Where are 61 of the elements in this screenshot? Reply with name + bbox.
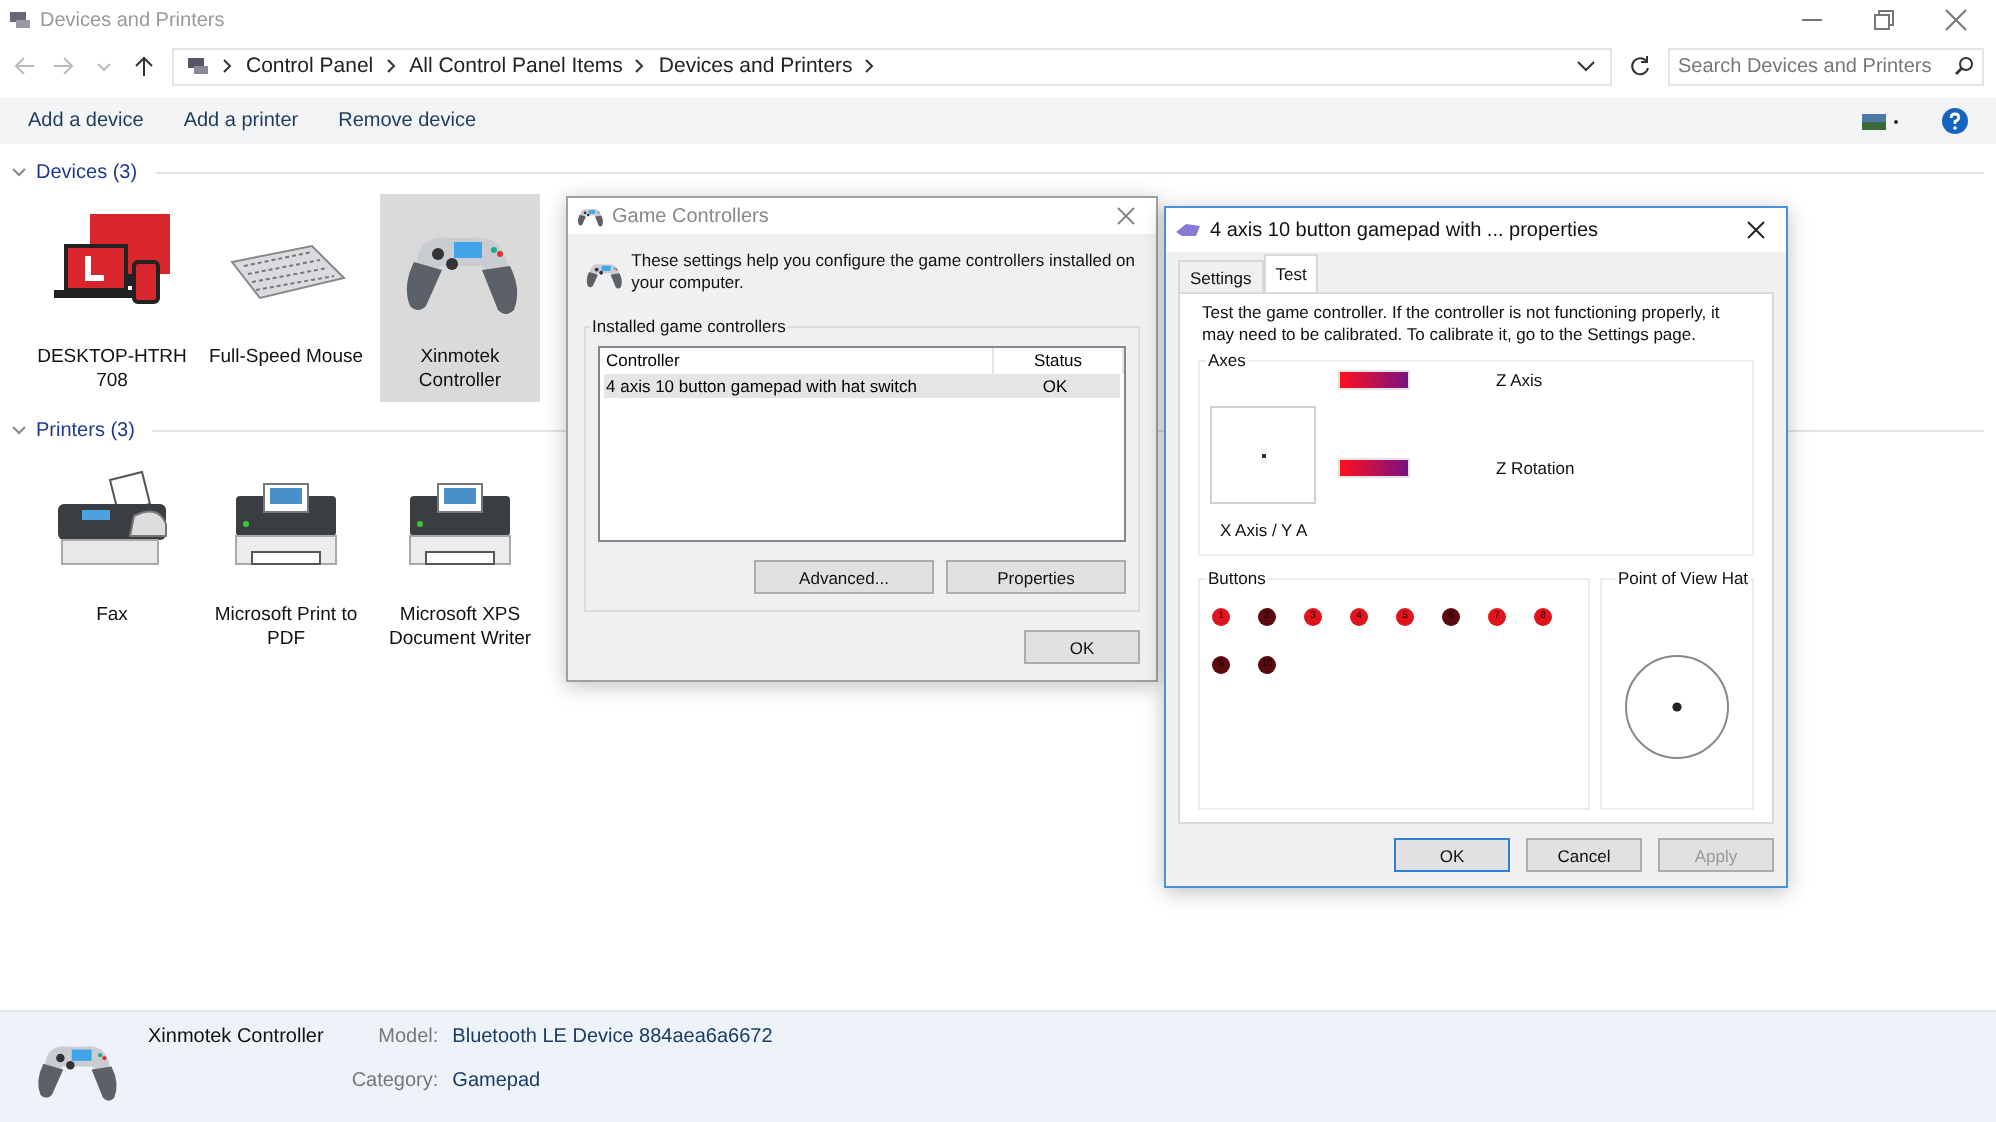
refresh-icon[interactable] [1628, 54, 1652, 78]
dialog-title: Game Controllers [612, 205, 771, 227]
tab[interactable]: Settings [1178, 260, 1264, 292]
breadcrumb[interactable]: Devices and Printers [658, 54, 853, 78]
help-icon[interactable] [1942, 108, 1968, 134]
breadcrumb[interactable]: All Control Panel Items [409, 54, 623, 78]
detail-value: Bluetooth LE Device 884aea6a6672 [452, 1026, 773, 1052]
devices-icon [8, 10, 32, 30]
controller-row[interactable]: 4 axis 10 button gamepad with hat switch OK [604, 374, 1120, 398]
chevron-icon [864, 58, 877, 74]
table-cell-text: OK [1040, 374, 1070, 398]
restore-button[interactable] [1870, 6, 1898, 34]
breadcrumb[interactable]: Control Panel [246, 54, 374, 78]
search-field[interactable]: Search Devices and Printers [1668, 47, 1984, 85]
chevron-icon [385, 58, 398, 74]
axis-label: X Axis / Y A [1218, 520, 1310, 540]
group-title[interactable]: Devices (3) [36, 161, 138, 183]
group-title[interactable]: Printers (3) [36, 419, 135, 441]
address-bar[interactable]: Control Panel All Control Panel Items Devices and Printers [172, 47, 1612, 85]
tab[interactable]: Test [1263, 254, 1319, 292]
view-icon[interactable] [1862, 111, 1902, 131]
controller-list[interactable]: Controller Status 4 axis 10 button gamepad with hat switch OK [598, 346, 1126, 542]
group-label: Buttons [1206, 568, 1268, 588]
close-button[interactable] [1742, 216, 1770, 244]
detail-label: Category: [351, 1070, 439, 1096]
xy-axis-box [1210, 406, 1316, 504]
detail-value: Gamepad [452, 1070, 543, 1096]
ok-button[interactable]: OK [1024, 630, 1140, 664]
device-item[interactable]: Fax [32, 452, 192, 660]
group-label: Point of View Hat [1616, 568, 1751, 588]
dialog-button[interactable]: Cancel [1526, 838, 1642, 872]
search-icon [1954, 56, 1974, 76]
device-item[interactable]: Microsoft XPS Document Writer [380, 452, 540, 660]
table-cell-text: 4 axis 10 button gamepad with hat switch [604, 374, 919, 398]
device-item[interactable]: Xinmotek Controller [380, 194, 540, 402]
devices-icon [186, 56, 210, 76]
device-item[interactable]: Microsoft Print to PDF [206, 452, 366, 660]
device-item[interactable]: Full-Speed Mouse [206, 194, 366, 402]
device-item[interactable]: DESKTOP-HTRH708 [32, 194, 192, 402]
dialog-button[interactable]: Properties [946, 560, 1126, 594]
hat-indicator [1624, 653, 1730, 759]
device-name: Xinmotek Controller [148, 1026, 324, 1052]
group-label: Axes [1206, 350, 1248, 370]
window-title: Devices and Printers [40, 9, 227, 31]
collapse-icon[interactable] [12, 425, 26, 435]
axis-label: Z Rotation [1496, 458, 1575, 478]
axis-label: Z Axis [1496, 370, 1543, 390]
command-button[interactable]: Add a device [28, 110, 144, 132]
dialog-button[interactable]: OK [1394, 838, 1510, 872]
intro-text: These settings help you configure the game controllers installed on your computer. [631, 250, 1137, 294]
description-text: Test the game controller. If the controller is not functioning properly, it may need to be calibrated. To calibrate it, go to the Settings page. [1200, 302, 1722, 346]
group-label: Installed game controllers [590, 316, 788, 336]
dialog-button[interactable]: Advanced... [754, 560, 934, 594]
detail-label: Model: [376, 1026, 439, 1052]
command-button[interactable]: Remove device [338, 110, 477, 132]
command-button[interactable]: Add a printer [183, 110, 299, 132]
chevron-icon [222, 58, 234, 74]
collapse-icon[interactable] [12, 167, 26, 177]
dialog-title: 4 axis 10 button gamepad with ... properties [1210, 219, 1601, 241]
chevron-icon [634, 58, 647, 74]
up-icon[interactable] [132, 54, 156, 78]
